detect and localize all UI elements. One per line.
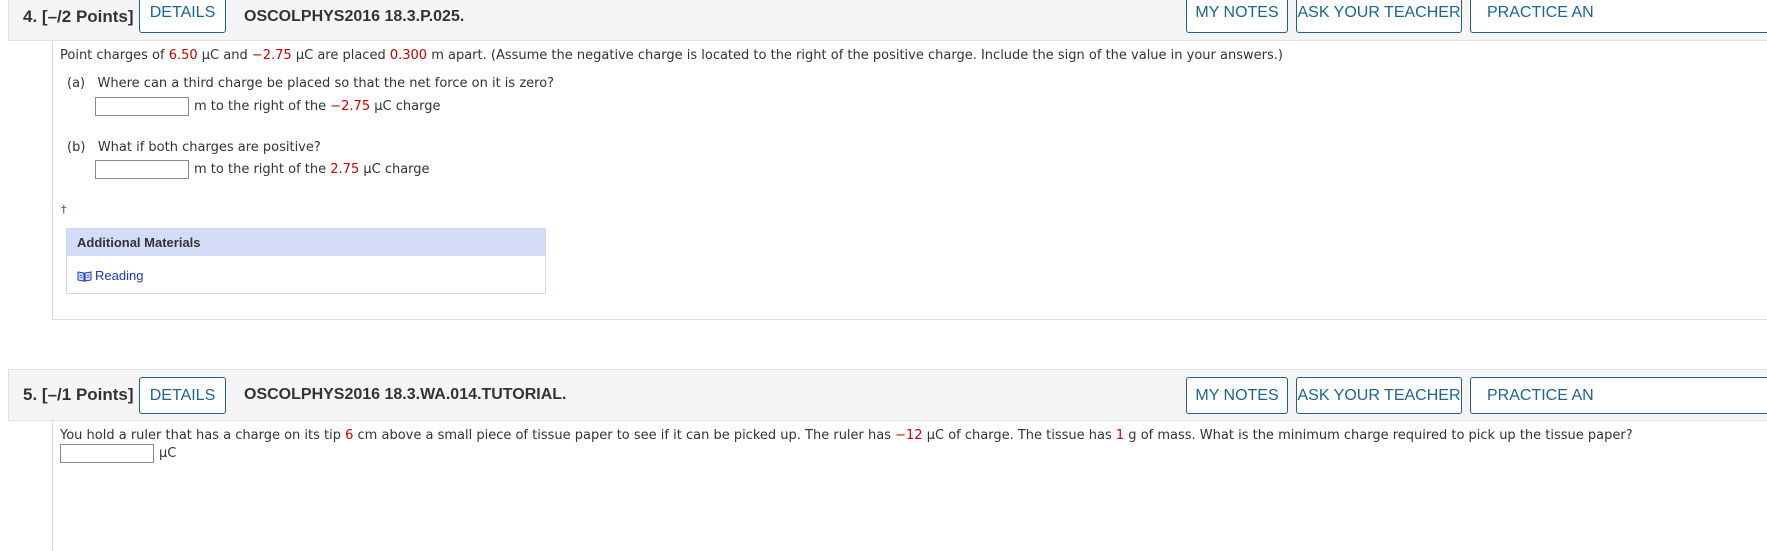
- q4-code: OSCOLPHYS2016 18.3.P.025.: [244, 7, 465, 25]
- q5-my-notes-button[interactable]: MY NOTES: [1186, 377, 1288, 414]
- q5-points: [–/1 Points]: [41, 385, 134, 404]
- q4-part-a-answer-input[interactable]: [95, 97, 189, 116]
- q4-part-b-question: (b) What if both charges are positive?: [67, 140, 321, 155]
- q4-header: 4. [–/2 Points] DETAILS OSCOLPHYS2016 18…: [8, 0, 1767, 41]
- reading-link[interactable]: Reading: [77, 268, 143, 283]
- given-value: 0.300: [389, 48, 428, 63]
- q5-ask-teacher-button[interactable]: ASK YOUR TEACHER: [1296, 377, 1462, 414]
- reading-link-label: Reading: [95, 268, 144, 283]
- q4-part-b-answer-input[interactable]: [95, 160, 189, 179]
- given-value: −12: [895, 428, 923, 443]
- q5-number: 5.: [23, 385, 38, 404]
- additional-materials-title: Additional Materials: [67, 229, 545, 256]
- given-value: 1: [1115, 428, 1125, 443]
- q5-code: OSCOLPHYS2016 18.3.WA.014.TUTORIAL.: [244, 386, 567, 403]
- q4-part-a-units: m to the right of the −2.75 μC charge: [194, 99, 441, 114]
- q5-details-button[interactable]: DETAILS: [139, 377, 226, 414]
- q4-points: [–/2 Points]: [41, 6, 134, 26]
- q4-ask-teacher-button[interactable]: ASK YOUR TEACHER: [1296, 0, 1462, 33]
- q4-intro: Point charges of 6.50 μC and −2.75 μC ar…: [60, 48, 1283, 63]
- q5-body: You hold a ruler that has a charge on it…: [52, 421, 1767, 551]
- q5-unit: μC: [159, 446, 177, 461]
- q4-part-a-question: (a) Where can a third charge be placed s…: [67, 76, 555, 91]
- additional-materials-panel: Additional Materials Reading: [66, 228, 546, 294]
- given-value: 2.75: [330, 162, 360, 177]
- q4-my-notes-button[interactable]: MY NOTES: [1186, 0, 1288, 33]
- q4-details-button[interactable]: DETAILS: [139, 0, 226, 33]
- q4-number: 4.: [23, 6, 38, 26]
- q4-body: Point charges of 6.50 μC and −2.75 μC ar…: [52, 41, 1767, 320]
- q5-question: You hold a ruler that has a charge on it…: [60, 428, 1633, 443]
- part-a-label: (a): [67, 76, 86, 91]
- q5-practice-button[interactable]: PRACTICE AN: [1470, 377, 1767, 414]
- q4-practice-button[interactable]: PRACTICE AN: [1470, 0, 1767, 33]
- given-value: −2.75: [330, 99, 371, 114]
- q4-part-b-units: m to the right of the 2.75 μC charge: [194, 162, 430, 177]
- q5-title: 5. [–/1 Points]: [23, 370, 134, 420]
- given-value: 6.50: [168, 48, 198, 63]
- given-value: −2.75: [251, 48, 292, 63]
- q5-answer-input[interactable]: [60, 444, 154, 463]
- q5-header: 5. [–/1 Points] DETAILS OSCOLPHYS2016 18…: [8, 369, 1767, 421]
- q4-title: 4. [–/2 Points]: [23, 0, 134, 40]
- dagger-marker: †: [61, 203, 67, 216]
- book-icon: [77, 270, 92, 282]
- part-b-label: (b): [67, 140, 86, 155]
